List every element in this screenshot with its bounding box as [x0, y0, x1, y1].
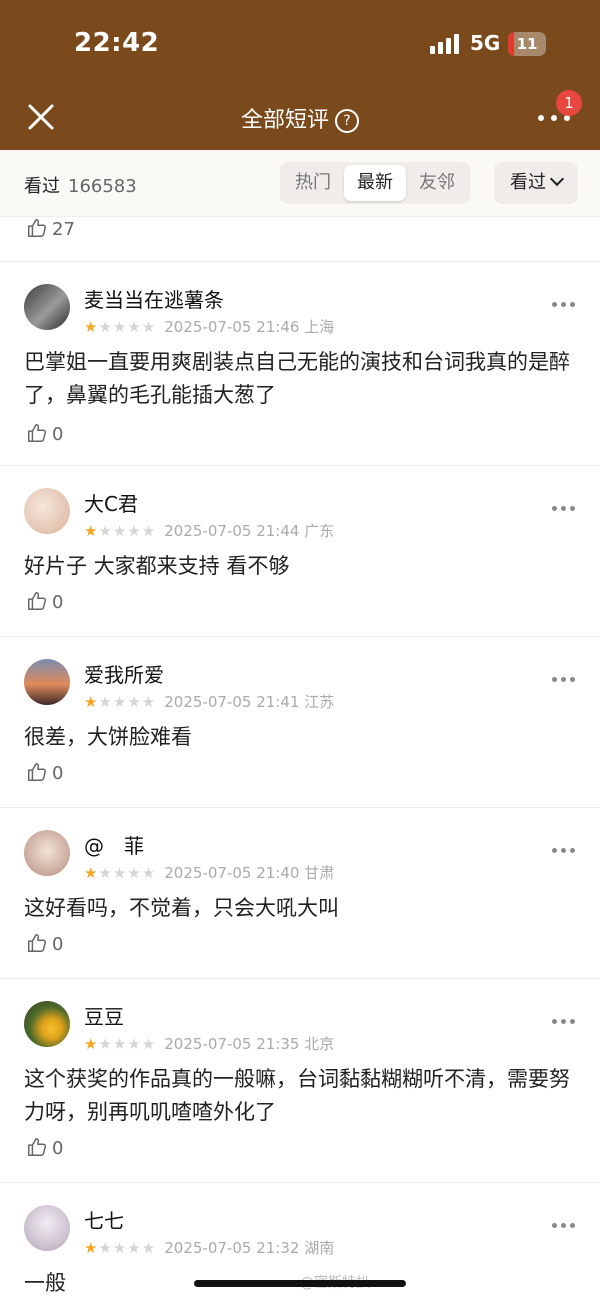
- list-item: 麦当当在逃薯条 ★★★★★ 2025-07-05 21:46 上海 巴掌姐一直要用…: [0, 261, 600, 466]
- seen-count: 166583: [68, 176, 137, 197]
- notification-badge: 1: [556, 90, 582, 116]
- list-item: @ 菲 ★★★★★ 2025-07-05 21:40 甘肃 这好看吗，不觉着，只会…: [0, 807, 600, 979]
- avatar[interactable]: [24, 830, 70, 876]
- avatar[interactable]: [24, 659, 70, 705]
- review-location: 江苏: [304, 693, 335, 711]
- chevron-down-icon: [549, 171, 565, 187]
- review-list: 27 麦当当在逃薯条 ★★★★★ 2025-07-05 21:46 上海 巴掌姐一…: [0, 217, 600, 1300]
- review-location: 湖南: [304, 1239, 335, 1257]
- seen-label-text: 看过: [24, 176, 60, 197]
- rating-stars: ★★★★★: [84, 1035, 157, 1053]
- review-date: 2025-07-05 21:35: [164, 1035, 300, 1053]
- thumbs-up-icon: [28, 424, 47, 442]
- thumbs-up-icon: [28, 763, 47, 781]
- review-text: 好片子 大家都来支持 看不够: [24, 554, 290, 578]
- thumbs-up-icon: [28, 1138, 47, 1156]
- status-time: 22:42: [74, 28, 160, 58]
- sort-segmented-control: 热门 最新 友邻: [280, 162, 470, 204]
- review-date: 2025-07-05 21:44: [164, 522, 300, 540]
- tab-latest[interactable]: 最新: [344, 165, 406, 201]
- like-count: 0: [52, 1138, 64, 1159]
- more-icon[interactable]: [552, 675, 578, 685]
- page-title-text: 全部短评: [240, 108, 329, 133]
- like-button[interactable]: 27: [26, 217, 75, 240]
- rating-stars: ★★★★★: [84, 693, 157, 711]
- like-button[interactable]: 0: [26, 932, 63, 955]
- like-button[interactable]: 0: [26, 1136, 63, 1159]
- review-meta: ★★★★★ 2025-07-05 21:46 上海: [84, 316, 334, 337]
- review-text: 很差，大饼脸难看: [24, 725, 192, 749]
- review-location: 甘肃: [304, 864, 335, 882]
- like-count: 0: [52, 934, 64, 955]
- review-text: 这个获奖的作品真的一般嘛，台词黏黏糊糊听不清，需要努力呀，别再叽叽喳喳外化了: [24, 1067, 570, 1124]
- avatar[interactable]: [24, 1001, 70, 1047]
- rating-stars: ★★★★★: [84, 1239, 157, 1257]
- more-icon[interactable]: [552, 846, 578, 856]
- tab-friends[interactable]: 友邻: [406, 165, 468, 201]
- battery-icon: 11: [508, 32, 546, 56]
- review-location: 上海: [304, 318, 335, 336]
- network-label: 5G: [470, 31, 501, 55]
- avatar[interactable]: [24, 488, 70, 534]
- list-item: 爱我所爱 ★★★★★ 2025-07-05 21:41 江苏 很差，大饼脸难看 0: [0, 636, 600, 808]
- signal-icon: [430, 34, 464, 54]
- like-count: 0: [52, 592, 64, 613]
- review-meta: ★★★★★ 2025-07-05 21:40 甘肃: [84, 862, 334, 883]
- review-date: 2025-07-05 21:46: [164, 318, 300, 336]
- like-button[interactable]: 0: [26, 590, 63, 613]
- seen-count-label: 看过 166583: [24, 172, 137, 198]
- review-location: 广东: [304, 522, 335, 540]
- list-item: 大C君 ★★★★★ 2025-07-05 21:44 广东 好片子 大家都来支持 …: [0, 465, 600, 637]
- more-icon[interactable]: [552, 1017, 578, 1027]
- filter-bar: 看过 166583 热门 最新 友邻 看过: [0, 150, 600, 217]
- list-item: 豆豆 ★★★★★ 2025-07-05 21:35 北京 这个获奖的作品真的一般嘛…: [0, 978, 600, 1183]
- more-icon[interactable]: [552, 300, 578, 310]
- dropdown-label: 看过: [510, 172, 546, 193]
- thumbs-up-icon: [28, 592, 47, 610]
- thumbs-up-icon: [28, 934, 47, 952]
- nav-bar: 全部短评?: [0, 88, 600, 150]
- review-meta: ★★★★★ 2025-07-05 21:32 湖南: [84, 1237, 334, 1258]
- more-icon[interactable]: [552, 1221, 578, 1231]
- review-meta: ★★★★★ 2025-07-05 21:44 广东: [84, 520, 334, 541]
- help-icon[interactable]: ?: [335, 109, 359, 133]
- like-button[interactable]: 0: [26, 761, 63, 784]
- rating-stars: ★★★★★: [84, 318, 157, 336]
- review-meta: ★★★★★ 2025-07-05 21:41 江苏: [84, 691, 334, 712]
- review-text: 巴掌姐一直要用爽剧装点自己无能的演技和台词我真的是醉了，鼻翼的毛孔能插大葱了: [24, 350, 570, 407]
- thumbs-up-icon: [28, 219, 47, 237]
- username[interactable]: 大C君: [84, 488, 138, 517]
- like-count: 0: [52, 763, 64, 784]
- review-location: 北京: [304, 1035, 335, 1053]
- review-meta: ★★★★★ 2025-07-05 21:35 北京: [84, 1033, 334, 1054]
- rating-stars: ★★★★★: [84, 522, 157, 540]
- rating-stars: ★★★★★: [84, 864, 157, 882]
- review-date: 2025-07-05 21:41: [164, 693, 300, 711]
- like-count: 0: [52, 424, 64, 445]
- tab-hot[interactable]: 热门: [282, 165, 344, 201]
- username[interactable]: 豆豆: [84, 1001, 124, 1030]
- username[interactable]: 七七: [84, 1205, 124, 1234]
- battery-level: 11: [516, 35, 538, 53]
- home-indicator: [194, 1280, 406, 1287]
- review-text: 这好看吗，不觉着，只会大吼大叫: [24, 896, 339, 920]
- review-date: 2025-07-05 21:32: [164, 1239, 300, 1257]
- like-button[interactable]: 0: [26, 422, 63, 445]
- review-date: 2025-07-05 21:40: [164, 864, 300, 882]
- page-title: 全部短评?: [0, 102, 600, 134]
- more-icon[interactable]: [552, 504, 578, 514]
- username[interactable]: 麦当当在逃薯条: [84, 284, 224, 313]
- username[interactable]: @ 菲: [84, 830, 144, 859]
- like-count: 27: [52, 219, 75, 240]
- status-bar: 22:42 5G 11: [0, 0, 600, 88]
- status-filter-dropdown[interactable]: 看过: [494, 162, 578, 204]
- avatar[interactable]: [24, 1205, 70, 1251]
- avatar[interactable]: [24, 284, 70, 330]
- username[interactable]: 爱我所爱: [84, 659, 164, 688]
